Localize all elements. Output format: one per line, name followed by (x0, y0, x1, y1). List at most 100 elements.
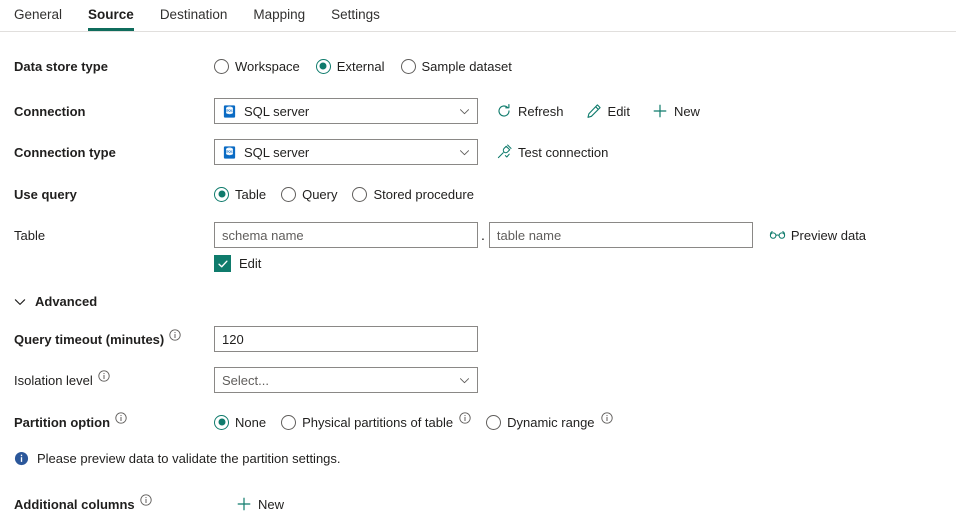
radio-query[interactable]: Query (281, 187, 337, 202)
isolation-level-dropdown[interactable]: Select... (214, 367, 478, 393)
radio-group-partition-option: None Physical partitions of table Dynami… (214, 415, 613, 430)
info-icon[interactable] (459, 412, 471, 424)
radio-workspace[interactable]: Workspace (214, 59, 300, 74)
tab-settings[interactable]: Settings (331, 0, 380, 30)
radio-table-label: Table (235, 187, 266, 202)
radio-partition-dynamic-range[interactable]: Dynamic range (486, 415, 612, 430)
schema-name-input[interactable]: schema name (214, 222, 478, 248)
tab-mapping[interactable]: Mapping (253, 0, 305, 30)
radio-partition-dynamic-range-indicator (486, 415, 501, 430)
radio-query-label: Query (302, 187, 337, 202)
plug-icon (496, 144, 512, 160)
radio-stored-procedure[interactable]: Stored procedure (352, 187, 473, 202)
radio-table-indicator (214, 187, 229, 202)
chevron-down-icon (459, 375, 470, 386)
radio-partition-none-label: None (235, 415, 266, 430)
connection-type-controls: SQL SQL server (214, 139, 608, 165)
radio-partition-physical-label: Physical partitions of table (302, 415, 453, 430)
radio-external[interactable]: External (316, 59, 385, 74)
preview-data-button[interactable]: Preview data (769, 227, 866, 243)
chevron-down-icon (459, 106, 470, 117)
connection-dropdown[interactable]: SQL SQL server (214, 98, 478, 124)
radio-stored-procedure-label: Stored procedure (373, 187, 473, 202)
table-input-row: schema name . table name (214, 222, 866, 248)
info-icon[interactable] (140, 494, 152, 506)
radio-partition-physical[interactable]: Physical partitions of table (281, 415, 471, 430)
row-connection-type: Connection type SQL SQL server (0, 138, 956, 166)
plus-icon (652, 103, 668, 119)
label-use-query: Use query (0, 187, 214, 202)
tab-destination[interactable]: Destination (160, 0, 228, 30)
label-additional-columns-text: Additional columns (14, 497, 135, 512)
tab-source[interactable]: Source (88, 0, 134, 30)
refresh-icon (496, 103, 512, 119)
tab-list: General Source Destination Mapping Setti… (14, 0, 956, 31)
refresh-button-label: Refresh (518, 104, 564, 119)
row-connection: Connection SQL SQL server (0, 97, 956, 125)
advanced-section-toggle[interactable]: Advanced (0, 294, 956, 309)
info-icon[interactable] (169, 329, 181, 341)
row-use-query: Use query Table Query Stored procedure (0, 180, 956, 208)
label-data-store-type-text: Data store type (14, 59, 108, 74)
radio-workspace-indicator (214, 59, 229, 74)
radio-sample-dataset[interactable]: Sample dataset (401, 59, 512, 74)
new-connection-button-label: New (674, 104, 700, 119)
label-table-text: Table (14, 228, 45, 243)
info-icon[interactable] (115, 412, 127, 424)
edit-table-checkbox[interactable]: Edit (214, 255, 866, 272)
glasses-icon (769, 227, 785, 243)
partition-info-message: Please preview data to validate the part… (0, 451, 956, 466)
radio-sample-dataset-label: Sample dataset (422, 59, 512, 74)
radio-partition-none[interactable]: None (214, 415, 266, 430)
label-data-store-type: Data store type (0, 59, 214, 74)
plus-icon (236, 496, 252, 512)
label-table: Table (0, 222, 214, 248)
advanced-section-label: Advanced (35, 294, 97, 309)
new-additional-column-button[interactable]: New (236, 496, 284, 512)
radio-external-indicator (316, 59, 331, 74)
tab-general[interactable]: General (14, 0, 62, 30)
radio-partition-none-indicator (214, 415, 229, 430)
label-connection-type-text: Connection type (14, 145, 116, 160)
info-icon[interactable] (601, 412, 613, 424)
isolation-level-controls: Select... (214, 367, 478, 393)
edit-connection-button[interactable]: Edit (586, 103, 630, 119)
row-additional-columns: Additional columns New (0, 490, 956, 518)
isolation-level-value: Select... (222, 373, 452, 388)
edit-connection-button-label: Edit (608, 104, 630, 119)
label-isolation-level: Isolation level (0, 373, 214, 388)
table-name-input[interactable]: table name (489, 222, 753, 248)
refresh-button[interactable]: Refresh (496, 103, 564, 119)
svg-text:SQL: SQL (226, 108, 232, 112)
row-partition-option: Partition option None Physical partition… (0, 408, 956, 436)
radio-query-indicator (281, 187, 296, 202)
sql-server-icon: SQL (222, 145, 237, 160)
connection-type-value: SQL server (244, 145, 452, 160)
connection-controls: SQL SQL server (214, 98, 700, 124)
pencil-icon (586, 103, 602, 119)
radio-external-label: External (337, 59, 385, 74)
radio-table[interactable]: Table (214, 187, 266, 202)
radio-stored-procedure-indicator (352, 187, 367, 202)
info-icon[interactable] (98, 370, 110, 382)
radio-partition-physical-indicator (281, 415, 296, 430)
radio-group-use-query: Table Query Stored procedure (214, 187, 474, 202)
new-connection-button[interactable]: New (652, 103, 700, 119)
preview-data-button-label: Preview data (791, 228, 866, 243)
svg-text:SQL: SQL (226, 149, 232, 153)
label-partition-option-text: Partition option (14, 415, 110, 430)
label-partition-option: Partition option (0, 415, 214, 430)
test-connection-button[interactable]: Test connection (496, 144, 608, 160)
query-timeout-input[interactable]: 120 (214, 326, 478, 352)
radio-group-data-store-type: Workspace External Sample dataset (214, 59, 512, 74)
source-form: Data store type Workspace External Sampl… (0, 52, 956, 518)
query-timeout-value: 120 (222, 332, 244, 347)
chevron-down-icon (459, 147, 470, 158)
radio-partition-dynamic-range-label: Dynamic range (507, 415, 594, 430)
label-query-timeout: Query timeout (minutes) (0, 332, 214, 347)
connection-type-dropdown[interactable]: SQL SQL server (214, 139, 478, 165)
label-connection-type: Connection type (0, 145, 214, 160)
radio-sample-dataset-indicator (401, 59, 416, 74)
partition-info-message-text: Please preview data to validate the part… (37, 451, 341, 466)
new-additional-column-button-label: New (258, 497, 284, 512)
